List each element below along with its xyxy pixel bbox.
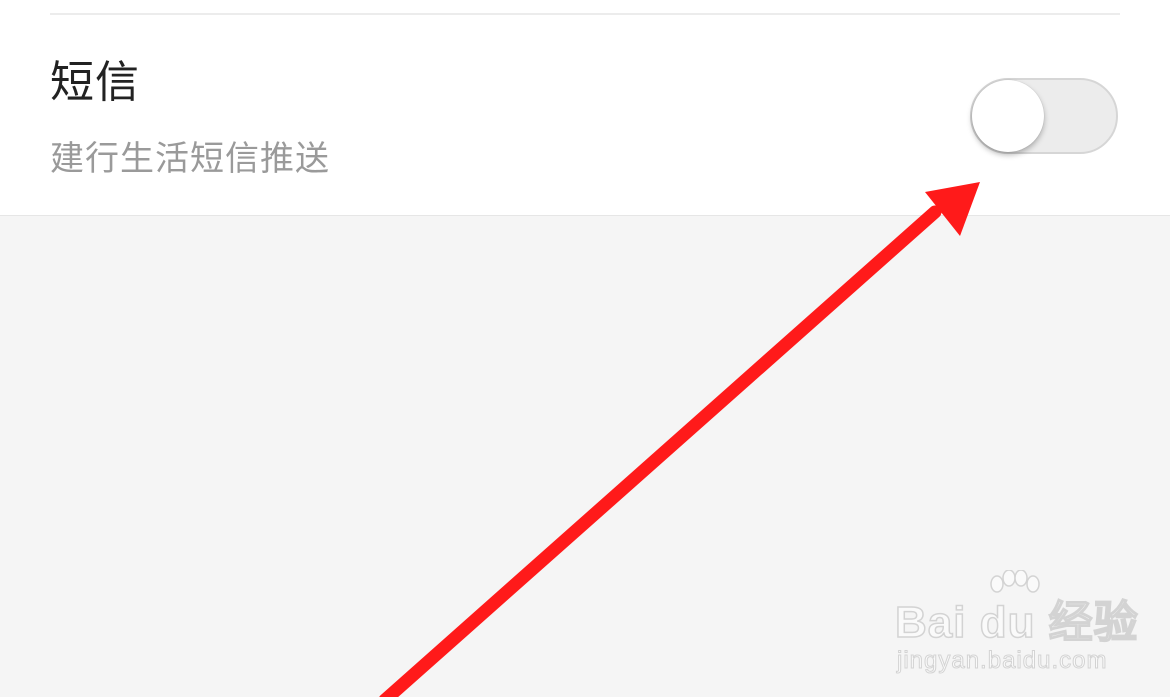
watermark-url: jingyan.baidu.com	[896, 647, 1108, 674]
baidu-watermark: Bai du 经验 jingyan.baidu.com	[894, 570, 1138, 675]
setting-title: 短信	[50, 57, 140, 108]
sms-push-toggle[interactable]	[970, 78, 1118, 154]
watermark-brand: Bai du 经验	[894, 597, 1139, 648]
divider	[50, 13, 1120, 15]
arrow-shaft	[379, 205, 942, 697]
sms-setting-card: 短信 建行生活短信推送	[0, 0, 1170, 216]
toggle-knob[interactable]	[972, 80, 1044, 152]
setting-description: 建行生活短信推送	[50, 139, 330, 179]
